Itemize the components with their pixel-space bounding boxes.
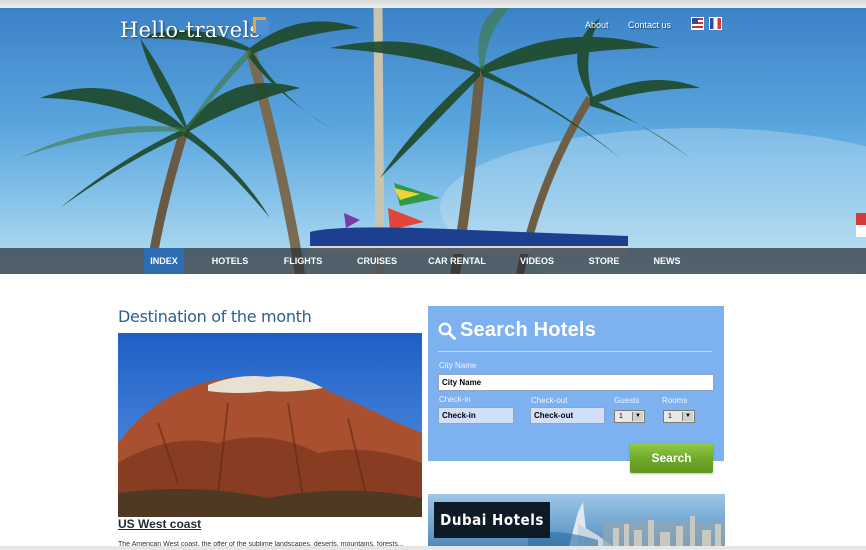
city-label: City Name [439, 361, 477, 370]
guests-select[interactable]: 1 ▼ [614, 410, 645, 423]
about-link[interactable]: About [585, 20, 609, 30]
city-name-input[interactable]: City Name [438, 374, 714, 391]
divider [438, 351, 712, 352]
search-hotels-panel: Search Hotels City Name City Name Check-… [428, 306, 724, 473]
rooms-value: 1 [668, 413, 672, 420]
checkin-label: Check-in [439, 395, 471, 404]
rooms-label: Rooms [662, 396, 688, 405]
checkout-label: Check-out [531, 396, 568, 405]
chevron-down-icon: ▼ [632, 412, 643, 421]
checkin-input[interactable]: Check-in [438, 407, 514, 424]
search-icon [438, 322, 456, 340]
page-bottom-edge [0, 546, 866, 550]
nav-videos[interactable]: VIDEOS [516, 248, 558, 274]
nav-car-rental[interactable]: CAR RENTAL [428, 248, 486, 274]
destination-heading: Destination of the month [118, 307, 312, 326]
main-nav: INDEX HOTELS FLIGHTS CRUISES CAR RENTAL … [0, 248, 866, 274]
us-flag-icon[interactable] [691, 17, 704, 30]
hero-banner: Hello-travels About Contact us [0, 8, 866, 274]
nav-index[interactable]: INDEX [144, 248, 184, 274]
search-title: Search Hotels [460, 319, 596, 341]
search-button[interactable]: Search [630, 443, 713, 473]
logo-book-icon [253, 17, 269, 35]
nav-store[interactable]: STORE [586, 248, 622, 274]
contact-link[interactable]: Contact us [628, 20, 671, 30]
destination-image[interactable] [118, 333, 422, 517]
nav-hotels[interactable]: HOTELS [210, 248, 250, 274]
nav-cruises[interactable]: CRUISES [354, 248, 400, 274]
dubai-hotels-banner[interactable]: Dubai Hotels [428, 494, 725, 550]
rooms-select[interactable]: 1 ▼ [663, 410, 695, 423]
dubai-banner-title: Dubai Hotels [434, 502, 550, 538]
guests-value: 1 [619, 413, 623, 420]
guests-label: Guests [614, 396, 640, 405]
destination-caption-link[interactable]: US West coast [118, 517, 201, 531]
checkout-input[interactable]: Check-out [530, 407, 605, 424]
nav-news[interactable]: NEWS [650, 248, 684, 274]
palm-trees-image [20, 8, 866, 274]
nav-flights[interactable]: FLIGHTS [280, 248, 326, 274]
mountain-photo [118, 333, 422, 517]
chevron-down-icon: ▼ [682, 412, 693, 421]
site-logo[interactable]: Hello-travels [120, 18, 261, 42]
flag-canton [692, 18, 698, 24]
fr-flag-icon[interactable] [709, 17, 722, 30]
